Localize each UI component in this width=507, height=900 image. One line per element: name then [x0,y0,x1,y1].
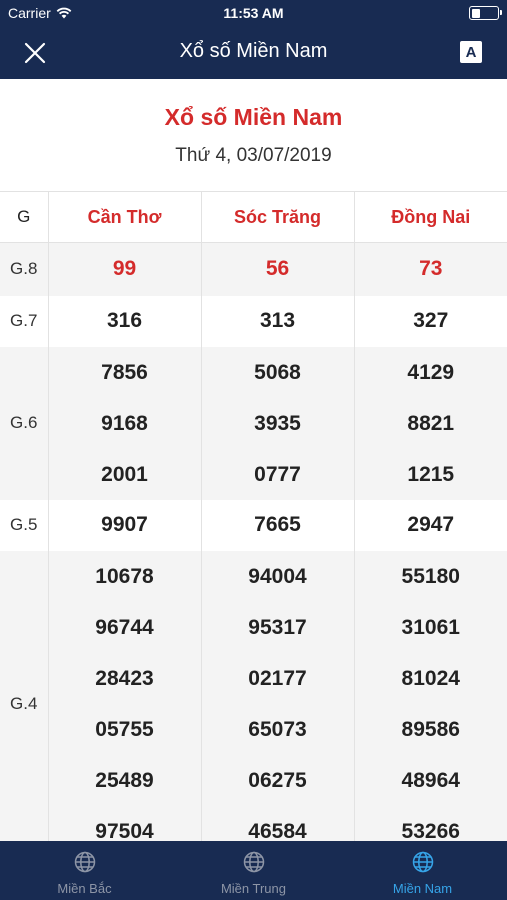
province-header: Đồng Nai [353,191,507,243]
result-number: 8821 [407,411,455,435]
result-number: 7665 [200,499,354,551]
result-number: 28423 [95,666,154,690]
tab-bar: Miền Bắc Miền Trung Miền Nam [0,841,507,900]
tab-mien-trung[interactable]: Miền Trung [169,841,338,900]
result-number: 06275 [248,768,307,792]
navigation-bar: Xổ số Miền Nam A [0,26,507,79]
results-table: G Cần Thơ Sóc Trăng Đồng Nai G.8 99 56 7… [0,191,507,841]
prize-row-g7: G.7 316 313 327 [0,295,507,347]
result-number: 31061 [401,615,460,639]
result-number: 99 [47,242,201,296]
nav-title: Xổ số Miền Nam [179,40,328,62]
result-number: 02177 [248,666,307,690]
result-number: 4129 [407,360,455,384]
result-number: 05755 [95,717,154,741]
prize-label: G.7 [10,311,38,330]
result-number: 65073 [248,717,307,741]
province-header: Sóc Trăng [200,191,354,243]
result-number: 81024 [401,666,460,690]
result-number: 3935 [254,411,301,435]
prize-label: G.5 [10,515,38,534]
result-number: 9168 [101,411,148,435]
result-cell: 55180 31061 81024 89586 48964 53266 [353,550,507,842]
result-number: 316 [47,295,201,347]
result-number: 95317 [248,615,307,639]
result-cell: 4129 8821 1215 [353,346,507,500]
prize-label: G.8 [0,242,48,296]
result-number: 5068 [254,360,301,384]
status-bar: Carrier 11:53 AM [0,0,507,26]
prize-row-g8: G.8 99 56 73 [0,242,507,296]
result-cell: 10678 96744 28423 05755 25489 97504 [47,550,201,842]
result-number: 55180 [401,564,460,588]
tab-mien-nam[interactable]: Miền Nam [338,841,507,900]
result-cell: 7856 9168 2001 [47,346,201,500]
result-cell: 94004 95317 02177 65073 06275 46584 [200,550,354,842]
table-header-row: G Cần Thơ Sóc Trăng Đồng Nai [0,191,507,243]
results-table-container[interactable]: G Cần Thơ Sóc Trăng Đồng Nai G.8 99 56 7… [0,191,507,841]
page-title: Xổ số Miền Nam [164,104,343,130]
result-number: 46584 [248,819,307,842]
battery-icon [469,6,502,20]
clock: 11:53 AM [223,5,284,21]
tab-mien-bac[interactable]: Miền Bắc [0,841,169,900]
prize-row-g5: G.5 9907 7665 2947 [0,499,507,551]
prize-row-g6: G.6 7856 9168 2001 5068 3935 0777 4129 8… [0,346,507,500]
result-number: 0777 [254,462,301,486]
tab-label: Miền Bắc [57,881,112,896]
result-number: 56 [200,242,354,296]
result-number: 2001 [101,462,148,486]
globe-icon [243,851,264,873]
font-size-button[interactable]: A [460,41,482,63]
globe-icon [74,851,95,873]
result-number: 96744 [95,615,154,639]
prize-label: G.6 [0,346,48,500]
globe-icon [412,851,433,873]
result-number: 97504 [95,819,154,842]
tab-label: Miền Nam [392,881,453,896]
result-number: 327 [353,295,507,347]
result-number: 2947 [353,499,507,551]
tab-label: Miền Trung [220,881,287,896]
result-number: 94004 [248,564,307,588]
result-number: 313 [200,295,354,347]
prize-column-header: G [0,191,48,243]
result-number: 73 [353,242,507,296]
result-number: 7856 [101,360,148,384]
result-number: 53266 [401,819,460,842]
province-header: Cần Thơ [47,191,201,243]
result-cell: 5068 3935 0777 [200,346,354,500]
result-number: 1215 [407,462,455,486]
prize-row-g4: G.4 10678 96744 28423 05755 25489 97504 … [0,550,507,842]
prize-label: G.4 [0,550,48,841]
result-number: 48964 [401,768,460,792]
result-number: 25489 [95,768,154,792]
result-number: 10678 [95,564,154,588]
result-number: 9907 [47,499,201,551]
result-number: 89586 [401,717,460,741]
draw-date: Thứ 4, 03/07/2019 [175,145,332,166]
